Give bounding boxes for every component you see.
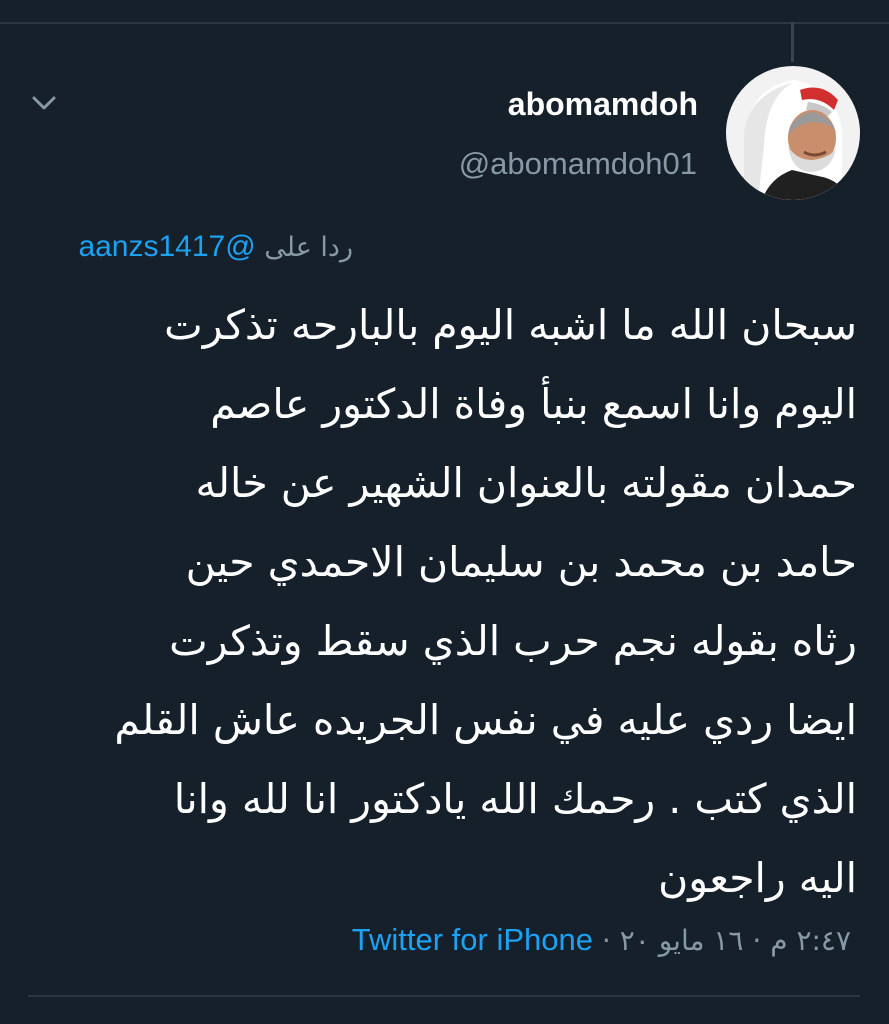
chevron-down-icon[interactable]: [30, 92, 58, 114]
tweet-text-line: حمدان مقولته بالعنوان الشهير عن خاله: [195, 459, 857, 507]
tweet-metadata: ٢:٤٧ م · ١٦ مايو ٢٠ · Twitter for iPhone: [352, 922, 851, 958]
user-handle[interactable]: @abomamdoh01: [459, 146, 697, 182]
tweet-text-line: رثاه بقوله نجم حرب الذي سقط وتذكرت: [169, 617, 857, 665]
tweet-text-line: الذي كتب . رحمك الله يادكتور انا لله وان…: [173, 775, 857, 823]
meta-separator: ·: [601, 924, 611, 957]
thread-connector-line: [791, 22, 794, 62]
reply-context: ردا على @aanzs1417: [78, 230, 353, 264]
tweet-text-line: سبحان الله ما اشبه اليوم بالبارحه تذكرت: [164, 301, 857, 349]
display-name[interactable]: abomamdoh: [508, 86, 698, 123]
tweet-time: ٢:٤٧ م: [770, 924, 851, 957]
reply-mention-link[interactable]: @aanzs1417: [78, 230, 255, 263]
tweet-date: ١٦ مايو ٢٠: [619, 924, 744, 957]
tweet-text: سبحان الله ما اشبه اليوم بالبارحه تذكرت …: [27, 286, 857, 918]
avatar[interactable]: [726, 66, 860, 200]
top-divider: [0, 22, 889, 24]
bottom-divider: [28, 995, 860, 997]
meta-separator: ·: [752, 924, 762, 957]
tweet-source-link[interactable]: Twitter for iPhone: [352, 922, 593, 957]
tweet-text-line: اليوم وانا اسمع بنبأ وفاة الدكتور عاصم: [210, 380, 857, 428]
tweet-text-line: حامد بن محمد بن سليمان الاحمدي حين: [185, 538, 857, 586]
reply-prefix: ردا على: [264, 232, 353, 263]
tweet-text-line: اليه راجعون: [658, 854, 857, 902]
tweet-text-line: ايضا ردي عليه في نفس الجريده عاش القلم: [114, 696, 857, 744]
